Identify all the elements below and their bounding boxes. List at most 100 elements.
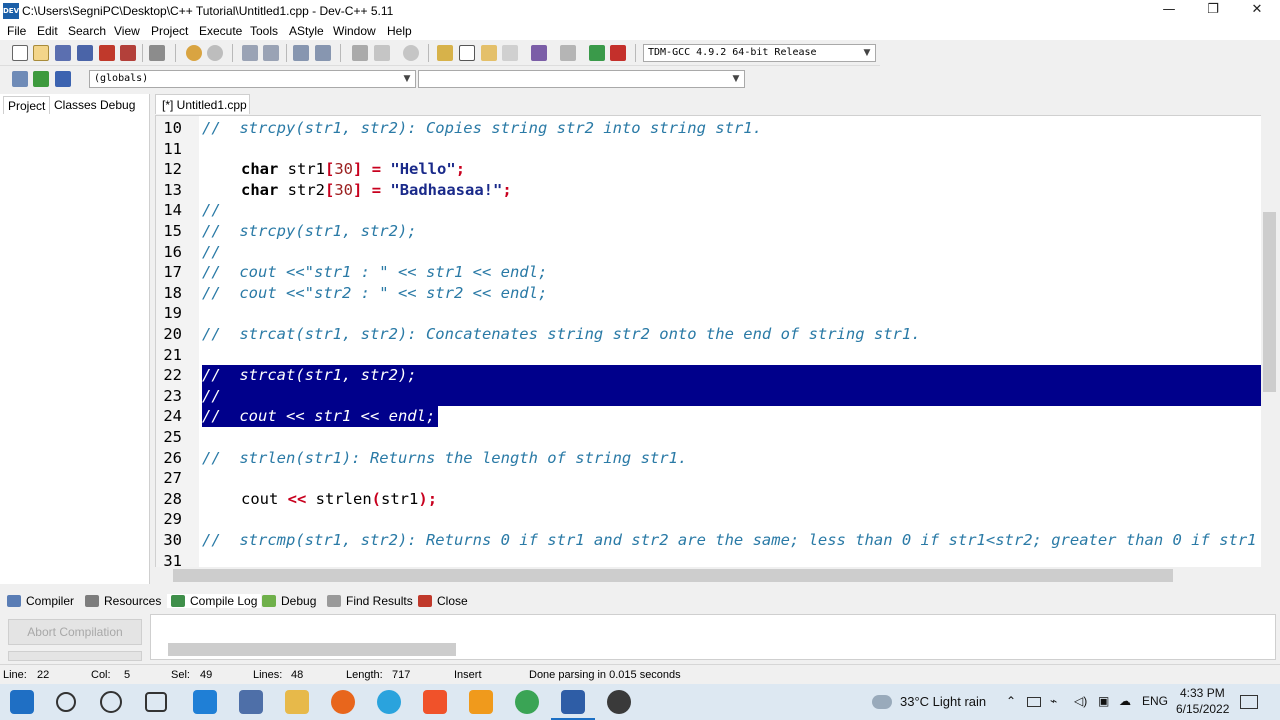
status-length-label: Length: [346, 669, 383, 681]
new-file-icon[interactable] [12, 45, 28, 61]
grid-icon[interactable] [502, 45, 518, 61]
network-icon[interactable]: ⌁ [1050, 694, 1057, 708]
menu-project[interactable]: Project [151, 24, 188, 38]
menu-window[interactable]: Window [333, 24, 376, 38]
clock-date[interactable]: 6/15/2022 [1176, 702, 1229, 716]
code-line: 19 [163, 304, 182, 323]
unindent-icon[interactable] [315, 45, 331, 61]
editor-app-icon[interactable] [469, 690, 493, 714]
save-icon[interactable] [55, 45, 71, 61]
project-options-icon[interactable] [55, 71, 71, 87]
minimize-button[interactable]: — [1146, 0, 1192, 22]
store-icon[interactable] [239, 690, 263, 714]
search-icon[interactable] [56, 692, 76, 712]
close-file-icon[interactable] [99, 45, 115, 61]
status-sel-label: Sel: [171, 669, 190, 681]
menu-execute[interactable]: Execute [199, 24, 242, 38]
tab-debug-output[interactable]: Debug [262, 594, 316, 608]
tab-debug[interactable]: Debug [96, 96, 139, 114]
status-insert-mode: Insert [454, 669, 482, 681]
chart-icon[interactable] [589, 45, 605, 61]
check-syntax-icon[interactable] [531, 45, 547, 61]
cortana-icon[interactable] [100, 691, 122, 713]
indent-icon[interactable] [293, 45, 309, 61]
goto-line-icon[interactable] [403, 45, 419, 61]
windows-start-icon[interactable] [10, 690, 34, 714]
log-horizontal-scroll-thumb[interactable] [168, 643, 456, 656]
cascade-icon[interactable] [481, 45, 497, 61]
tab-find-results[interactable]: Find Results [327, 594, 413, 608]
print-icon[interactable] [149, 45, 165, 61]
replace-icon[interactable] [263, 45, 279, 61]
compiler-select[interactable]: TDM-GCC 4.9.2 64-bit Release ▼ [643, 44, 876, 62]
printer-icon[interactable]: ▣ [1098, 694, 1109, 708]
member-select[interactable]: ▼ [418, 70, 745, 88]
code-line: 28 cout << strlen(str1); [163, 489, 438, 508]
editor-horizontal-scroll-thumb[interactable] [173, 569, 1173, 582]
tab-close[interactable]: Close [418, 594, 468, 608]
menu-view[interactable]: View [114, 24, 140, 38]
code-line: 20// strcat(str1, str2): Concatenates st… [163, 325, 921, 343]
volume-icon[interactable]: ◁) [1074, 694, 1087, 708]
clock-time[interactable]: 4:33 PM [1180, 686, 1225, 700]
tab-resources[interactable]: Resources [85, 594, 161, 608]
code-editor[interactable]: 10// strcpy(str1, str2): Copies string s… [155, 115, 1278, 568]
close-icon [418, 595, 432, 607]
profile-icon[interactable] [610, 45, 626, 61]
maximize-button[interactable]: ❐ [1190, 0, 1236, 22]
window-icon[interactable] [459, 45, 475, 61]
task-view-icon[interactable] [145, 692, 167, 712]
status-sel-value: 49 [200, 669, 213, 681]
status-bar: Line: 22 Col: 5 Sel: 49 Lines: 48 Length… [0, 664, 1280, 684]
menu-file[interactable]: File [7, 24, 26, 38]
firefox-icon[interactable] [331, 690, 355, 714]
editor-file-tab[interactable]: [*] Untitled1.cpp [155, 94, 250, 114]
notifications-icon[interactable] [1240, 695, 1258, 709]
scope-select[interactable]: (globals) ▼ [89, 70, 416, 88]
status-line-label: Line: [3, 669, 27, 681]
undo-icon[interactable] [186, 45, 202, 61]
tab-project[interactable]: Project [3, 96, 51, 114]
close-all-icon[interactable] [120, 45, 136, 61]
menu-edit[interactable]: Edit [37, 24, 58, 38]
tab-compile-log[interactable]: Compile Log [167, 594, 262, 608]
redo-icon[interactable] [207, 45, 223, 61]
language-indicator[interactable]: ENG [1142, 694, 1168, 708]
bookmark-prev-icon[interactable] [352, 45, 368, 61]
editor-vertical-scroll-thumb[interactable] [1263, 212, 1276, 392]
save-all-icon[interactable] [77, 45, 93, 61]
resources-icon [85, 595, 99, 607]
menu-help[interactable]: Help [387, 24, 412, 38]
weather-cloud-icon [872, 695, 892, 709]
secondary-button[interactable] [8, 651, 142, 661]
menu-tools[interactable]: Tools [250, 24, 278, 38]
bottom-panel-tabs: Compiler Resources Compile Log Debug Fin… [0, 590, 1280, 612]
tab-classes[interactable]: Classes [50, 96, 101, 114]
stop-icon[interactable] [560, 45, 576, 61]
tab-compiler[interactable]: Compiler [7, 594, 74, 608]
abort-compilation-button[interactable]: Abort Compilation [8, 619, 142, 645]
weather-text[interactable]: 33°C Light rain [900, 694, 986, 709]
bookmark-next-icon[interactable] [374, 45, 390, 61]
open-file-icon[interactable] [33, 45, 49, 61]
tile-icon[interactable] [437, 45, 453, 61]
vscode-icon[interactable] [193, 690, 217, 714]
find-icon[interactable] [242, 45, 258, 61]
close-window-button[interactable]: ✕ [1234, 0, 1280, 22]
onedrive-icon[interactable]: ☁ [1119, 694, 1131, 708]
code-line: 16// [163, 242, 221, 261]
devcpp-taskbar-icon[interactable] [561, 690, 585, 714]
obs-icon[interactable] [607, 690, 631, 714]
file-explorer-icon[interactable] [285, 690, 309, 714]
status-line-value: 22 [37, 669, 50, 681]
battery-icon[interactable] [1027, 697, 1041, 707]
chrome-icon[interactable] [515, 690, 539, 714]
code-line: 13 char str2[30] = "Badhaasaa!"; [163, 180, 512, 199]
telegram-icon[interactable] [377, 690, 401, 714]
menu-astyle[interactable]: AStyle [289, 24, 324, 38]
project-icon[interactable] [12, 71, 28, 87]
add-to-project-icon[interactable] [33, 71, 49, 87]
brave-icon[interactable] [423, 690, 447, 714]
chevron-up-icon[interactable]: ⌃ [1006, 694, 1016, 708]
menu-search[interactable]: Search [68, 24, 106, 38]
